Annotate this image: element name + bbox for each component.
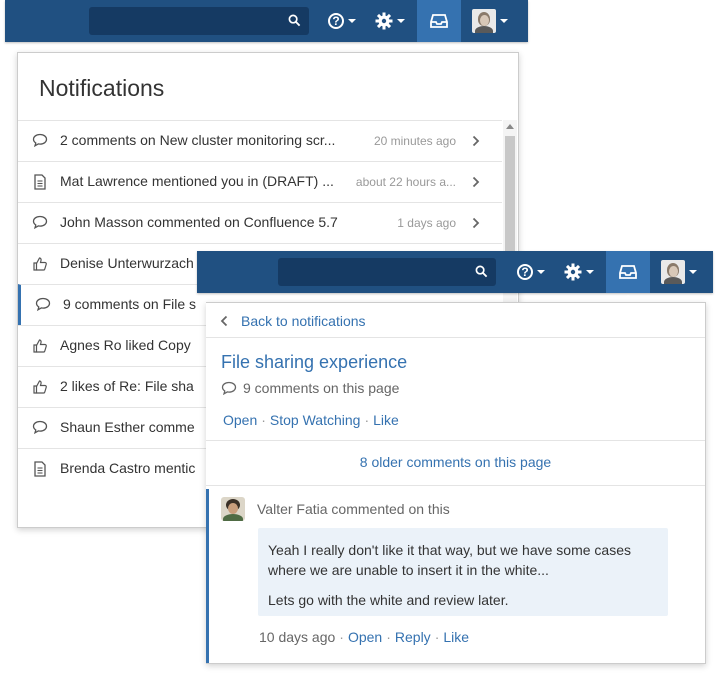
search-input[interactable] [278,258,496,286]
search-icon [475,265,488,278]
avatar [221,497,245,521]
search-input[interactable] [89,7,309,35]
notification-time: about 22 hours a... [355,175,456,189]
back-to-notifications-link[interactable]: Back to notifications [206,303,705,338]
scroll-up-arrow[interactable] [506,124,514,129]
inbox-icon [430,14,448,28]
dropdown-pointer [621,295,635,302]
chevron-down-icon [348,19,356,23]
help-menu-button[interactable]: ? [509,251,553,293]
separator: · [261,412,266,428]
inbox-icon [619,265,637,279]
user-menu-button[interactable] [465,0,515,42]
notification-item[interactable]: 2 comments on New cluster monitoring scr… [18,120,502,161]
help-icon: ? [517,264,533,280]
chevron-down-icon [500,19,508,23]
chevron-down-icon [586,270,594,274]
comment-time: 10 days ago [259,629,336,645]
avatar [472,9,496,33]
notification-time: 20 minutes ago [373,134,456,148]
user-menu-button[interactable] [654,251,704,293]
comment-icon [32,420,48,435]
comments-count-text: 9 comments on this page [243,380,400,396]
comment-like-link[interactable]: Like [443,629,469,645]
notification-text: 2 comments on New cluster monitoring scr… [60,132,336,148]
settings-menu-button[interactable] [557,251,601,293]
comment-icon [35,297,51,312]
chevron-left-icon [220,315,228,327]
like-icon [33,257,47,271]
notification-item[interactable]: John Masson commented on Confluence 5.7 1… [18,202,502,243]
chevron-right-icon [472,217,480,229]
settings-menu-button[interactable] [368,0,412,42]
comment-body: Yeah I really don't like it that way, bu… [258,528,668,616]
page-icon [34,461,46,477]
comment-author-line: Valter Fatia commented on this [257,501,450,517]
stop-watching-link[interactable]: Stop Watching [270,412,361,428]
notification-detail-panel: Back to notifications File sharing exper… [206,302,706,664]
comment-paragraph: Yeah I really don't like it that way, bu… [268,542,631,578]
page-icon [34,174,46,190]
gear-icon [375,12,393,30]
separator: · [386,629,391,645]
search-icon [288,14,301,27]
comments-count: 9 comments on this page [221,380,399,396]
comment-meta: 10 days ago · Open · Reply · Like [259,629,469,645]
notification-detail-window: ? Back to notifications File sharing exp… [197,251,713,671]
notification-item[interactable]: Mat Lawrence mentioned you in (DRAFT) ..… [18,161,502,202]
open-link[interactable]: Open [223,412,257,428]
chevron-down-icon [397,19,405,23]
header-bar: ? [197,251,713,293]
chevron-right-icon [472,176,480,188]
notifications-button[interactable] [606,251,650,293]
comment-icon [221,381,237,395]
notification-text: Mat Lawrence mentioned you in (DRAFT) ..… [60,173,334,189]
comment-icon [32,133,48,148]
chevron-down-icon [689,270,697,274]
gear-icon [564,263,582,281]
comment-highlight-bar [206,489,209,663]
back-label: Back to notifications [241,313,366,329]
avatar [661,260,685,284]
chevron-down-icon [537,270,545,274]
separator: · [339,629,344,645]
page-title: Notifications [39,75,165,101]
notification-text: John Masson commented on Confluence 5.7 [60,214,338,230]
separator: · [434,629,440,645]
like-icon [33,339,47,353]
comment-reply-link[interactable]: Reply [395,629,431,645]
notifications-button[interactable] [417,0,461,42]
comment-open-link[interactable]: Open [348,629,382,645]
help-menu-button[interactable]: ? [320,0,364,42]
page-title-link[interactable]: File sharing experience [221,352,407,373]
comment-paragraph: Lets go with the white and review later. [268,592,509,608]
header-bar: ? [5,0,528,42]
chevron-right-icon [472,135,480,147]
dropdown-pointer [432,45,446,52]
help-icon: ? [328,13,344,29]
older-comments-link[interactable]: 8 older comments on this page [206,440,705,486]
separator: · [364,412,370,428]
like-icon [33,380,47,394]
like-link[interactable]: Like [373,412,399,428]
scrollbar-thumb[interactable] [505,136,515,266]
notification-time: 1 days ago [397,216,456,230]
page-actions: Open · Stop Watching · Like [223,412,399,428]
comment-icon [32,215,48,230]
comment-header: Valter Fatia commented on this [221,497,450,521]
